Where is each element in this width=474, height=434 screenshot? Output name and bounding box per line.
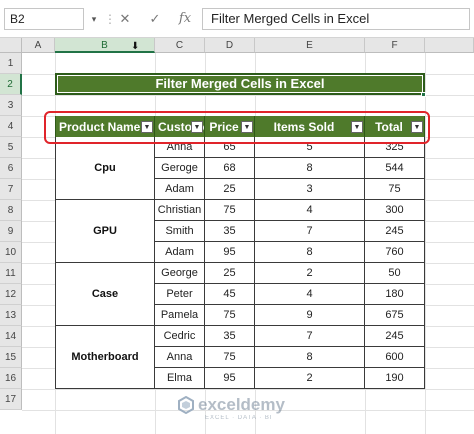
table-cell[interactable]: 95	[205, 368, 255, 389]
table-cell[interactable]: 8	[255, 158, 365, 179]
table-cell[interactable]: George	[155, 263, 205, 284]
table-cell[interactable]: Geroge	[155, 158, 205, 179]
table-cell[interactable]: 3	[255, 179, 365, 200]
row-header-5[interactable]: 5	[0, 137, 22, 158]
table-cell[interactable]: 8	[255, 242, 365, 263]
table-cell[interactable]: 75	[205, 200, 255, 221]
row-header-3[interactable]: 3	[0, 95, 22, 116]
table-cell[interactable]: 50	[365, 263, 425, 284]
table-cell[interactable]: 190	[365, 368, 425, 389]
column-header-d[interactable]: D	[205, 38, 255, 53]
select-column-cursor-icon: ⬇	[131, 41, 140, 52]
product-group-cell[interactable]: GPU	[55, 200, 155, 263]
name-box-dropdown-icon[interactable]: ▾	[86, 8, 102, 30]
table-cell[interactable]: 300	[365, 200, 425, 221]
table-cell[interactable]: Adam	[155, 242, 205, 263]
table-cell[interactable]: 245	[365, 221, 425, 242]
table-cell[interactable]: 180	[365, 284, 425, 305]
table-cell[interactable]: Elma	[155, 368, 205, 389]
fill-handle[interactable]	[421, 92, 426, 97]
table-cell[interactable]: 7	[255, 326, 365, 347]
table-cell[interactable]: 75	[205, 305, 255, 326]
column-header-a[interactable]: A	[22, 38, 55, 53]
table-cell[interactable]: 675	[365, 305, 425, 326]
gridline-horizontal	[22, 389, 474, 390]
table-cell[interactable]: 2	[255, 263, 365, 284]
table-cell[interactable]: Smith	[155, 221, 205, 242]
table-cell[interactable]: 760	[365, 242, 425, 263]
watermark-text: exceldemy	[198, 395, 285, 414]
row-header-12[interactable]: 12	[0, 284, 22, 305]
enter-icon[interactable]: ✓	[144, 8, 166, 30]
table-cell[interactable]: 75	[365, 179, 425, 200]
table-cell[interactable]: 544	[365, 158, 425, 179]
product-group-cell[interactable]: Motherboard	[55, 326, 155, 389]
column-header-f[interactable]: F	[365, 38, 425, 53]
column-header-e[interactable]: E	[255, 38, 365, 53]
table-cell[interactable]: 245	[365, 326, 425, 347]
table-cell[interactable]: 8	[255, 347, 365, 368]
table-cell[interactable]: 25	[205, 263, 255, 284]
row-header-13[interactable]: 13	[0, 305, 22, 326]
table-cell[interactable]: 45	[205, 284, 255, 305]
exceldemy-logo-icon	[178, 396, 194, 414]
row-header-11[interactable]: 11	[0, 263, 22, 284]
formula-input[interactable]: Filter Merged Cells in Excel	[202, 8, 470, 30]
column-header-c[interactable]: C	[155, 38, 205, 53]
watermark-tagline: EXCEL · DATA · BI	[205, 415, 273, 421]
sheet-title[interactable]: Filter Merged Cells in Excel	[55, 73, 425, 95]
row-header-9[interactable]: 9	[0, 221, 22, 242]
table-cell[interactable]: Adam	[155, 179, 205, 200]
row-header-14[interactable]: 14	[0, 326, 22, 347]
name-box[interactable]: B2	[4, 8, 84, 30]
column-header-b[interactable]: B	[55, 38, 155, 53]
product-group-cell[interactable]: Case	[55, 263, 155, 326]
row-header-4[interactable]: 4	[0, 116, 22, 137]
table-cell[interactable]: Anna	[155, 347, 205, 368]
table-cell[interactable]: 600	[365, 347, 425, 368]
table-cell[interactable]: 7	[255, 221, 365, 242]
table-cell[interactable]: 4	[255, 284, 365, 305]
table-cell[interactable]: 9	[255, 305, 365, 326]
select-all-corner[interactable]	[0, 38, 22, 53]
table-cell[interactable]: 35	[205, 326, 255, 347]
table-cell[interactable]: Pamela	[155, 305, 205, 326]
table-cell[interactable]: 68	[205, 158, 255, 179]
row-header-6[interactable]: 6	[0, 158, 22, 179]
table-cell[interactable]: 25	[205, 179, 255, 200]
column-header-g[interactable]	[425, 38, 474, 53]
row-header-10[interactable]: 10	[0, 242, 22, 263]
row-header-2[interactable]: 2	[0, 74, 22, 95]
header-highlight-box	[44, 111, 430, 144]
product-group-cell[interactable]: Cpu	[55, 137, 155, 200]
table-cell[interactable]: 2	[255, 368, 365, 389]
table-cell[interactable]: 4	[255, 200, 365, 221]
insert-function-icon[interactable]: fx	[174, 8, 196, 30]
table-cell[interactable]: 75	[205, 347, 255, 368]
row-header-15[interactable]: 15	[0, 347, 22, 368]
table-cell[interactable]: Peter	[155, 284, 205, 305]
row-header-17[interactable]: 17	[0, 389, 22, 410]
formula-bar-separator: ⋮	[104, 12, 116, 26]
row-header-7[interactable]: 7	[0, 179, 22, 200]
row-header-1[interactable]: 1	[0, 53, 22, 74]
table-cell[interactable]: Cedric	[155, 326, 205, 347]
gridline-horizontal	[22, 95, 474, 96]
table-cell[interactable]: 35	[205, 221, 255, 242]
row-header-16[interactable]: 16	[0, 368, 22, 389]
row-header-8[interactable]: 8	[0, 200, 22, 221]
table-cell[interactable]: Christian	[155, 200, 205, 221]
table-cell[interactable]: 95	[205, 242, 255, 263]
cancel-icon[interactable]: ✕	[114, 8, 136, 30]
